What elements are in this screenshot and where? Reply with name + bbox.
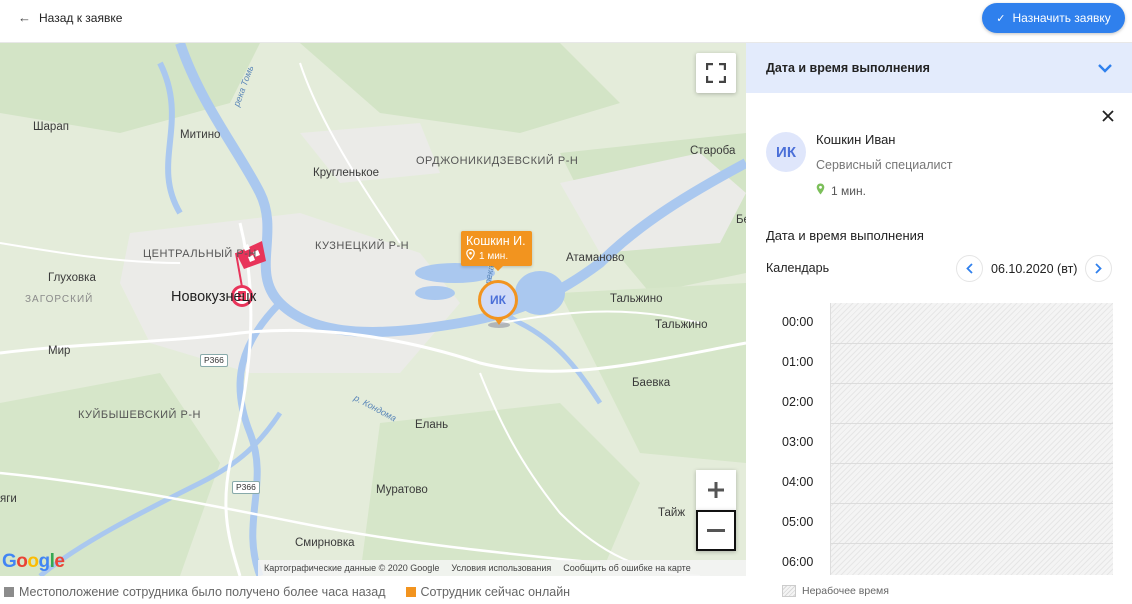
legend-online-label: Сотрудник сейчас онлайн	[420, 585, 571, 599]
hour-label: 02:00	[782, 395, 814, 409]
datetime-accordion-header[interactable]: Дата и время выполнения	[746, 43, 1132, 93]
map-label-tayzh: Тайж	[658, 507, 686, 519]
hour-row: 05:00	[766, 503, 1112, 543]
map-label-be: Бе	[736, 214, 746, 226]
minus-icon	[707, 529, 725, 532]
road-tag: Р366	[200, 354, 228, 367]
map-label-kuznetsky-district: КУЗНЕЦКИЙ Р-Н	[315, 240, 410, 252]
nonworking-legend: Нерабочее время	[782, 585, 889, 597]
assign-request-button[interactable]: ✓ Назначить заявку	[982, 3, 1125, 33]
next-day-button[interactable]	[1085, 255, 1113, 282]
date-navigator: 06.10.2020 (вт)	[956, 255, 1113, 282]
orange-square-icon	[405, 587, 416, 597]
map-label-sharap: Шарап	[33, 121, 69, 133]
hour-row: 02:00	[766, 383, 1112, 423]
map-label-kruglenkoe: Кругленькое	[313, 167, 380, 179]
close-button[interactable]	[1102, 107, 1114, 125]
hour-row: 00:00	[766, 303, 1112, 343]
panel-header-title: Дата и время выполнения	[766, 61, 930, 75]
chevron-right-icon	[1095, 263, 1103, 274]
arrow-left-icon: ←	[18, 10, 31, 25]
legend-item-stale: Местоположение сотрудника было получено …	[4, 585, 386, 599]
chevron-left-icon	[966, 263, 973, 274]
map-background	[0, 43, 746, 576]
zoom-out-button[interactable]	[696, 510, 736, 551]
map-label-yagi: яги	[0, 493, 17, 505]
plus-icon	[708, 482, 724, 498]
employee-panel: Дата и время выполнения ИК Кошкин Иван С…	[746, 43, 1132, 604]
legend-stale-label: Местоположение сотрудника было получено …	[19, 585, 386, 599]
hour-row: 01:00	[766, 343, 1112, 383]
map-label-elan: Елань	[415, 419, 449, 431]
employee-name: Кошкин Иван	[816, 132, 896, 147]
map-label-starobachaty: Староба	[690, 145, 736, 157]
hour-label: 05:00	[782, 515, 814, 529]
bubble-employee-name: Кошкин И.	[466, 234, 526, 248]
hour-label: 03:00	[782, 435, 814, 449]
fullscreen-button[interactable]	[696, 53, 736, 93]
employee-time: 1 мин.	[831, 183, 866, 198]
check-icon: ✓	[996, 12, 1006, 25]
map-label-central-district: ЦЕНТРАЛЬНЫЙ Р-Н	[143, 248, 257, 260]
avatar-initials: ИК	[776, 143, 796, 161]
employee-location-bubble[interactable]: Кошкин И. 1 мин.	[461, 231, 532, 271]
map-label-mir: Мир	[48, 345, 71, 357]
employee-pin-tail	[494, 318, 504, 325]
employee-map-pin[interactable]: ИК	[478, 280, 518, 320]
map-label-glukhovka: Глуховка	[48, 272, 96, 284]
section-title: Дата и время выполнения	[766, 228, 924, 243]
hour-row: 04:00	[766, 463, 1112, 503]
top-bar: ← Назад к заявке ✓ Назначить заявку	[0, 0, 1132, 43]
legend-item-online: Сотрудник сейчас онлайн	[405, 585, 571, 599]
close-icon	[1102, 110, 1114, 122]
employee-last-seen: 1 мин.	[816, 183, 866, 198]
map-label-baevka: Баевка	[632, 377, 671, 389]
zoom-in-button[interactable]	[696, 470, 736, 510]
hour-label: 06:00	[782, 555, 814, 569]
assign-label: Назначить заявку	[1012, 11, 1111, 25]
map-label-atamanovo: Атаманово	[566, 252, 625, 264]
map-label-novokuznetsk: Новокузнецк	[171, 289, 257, 305]
map-label-muratovo: Муратово	[376, 484, 428, 496]
employee-avatar: ИК	[766, 132, 806, 172]
hatch-pattern-icon	[782, 585, 796, 597]
hour-label: 04:00	[782, 475, 814, 489]
terms-link[interactable]: Условия использования	[451, 563, 551, 573]
fullscreen-icon	[706, 63, 726, 83]
map-label-talzhino-1: Тальжино	[610, 293, 663, 305]
map-legend: Местоположение сотрудника было получено …	[0, 580, 746, 604]
map-label-zagorsky: ЗАГОРСКИЙ	[25, 294, 94, 305]
prev-day-button[interactable]	[956, 255, 983, 282]
bubble-time: 1 мин.	[479, 250, 509, 262]
google-logo: Google	[2, 551, 65, 572]
hour-row: 03:00	[766, 423, 1112, 463]
map-label-smirnovka: Смирновка	[295, 537, 355, 549]
chevron-down-icon	[1098, 60, 1112, 76]
employee-pin-initials: ИК	[490, 293, 506, 307]
map-label-talzhino-2: Тальжино	[655, 319, 708, 331]
report-error-link[interactable]: Сообщить об ошибке на карте	[563, 563, 690, 573]
back-to-request-link[interactable]: ← Назад к заявке	[18, 10, 122, 25]
nonworking-label: Нерабочее время	[802, 585, 889, 597]
map[interactable]: Шарап Митино ОРДЖОНИКИДЗЕВСКИЙ Р-Н Старо…	[0, 43, 746, 576]
map-attribution: Картографические данные © 2020 Google Ус…	[258, 560, 746, 576]
map-label-ordzhonikidzevsky: ОРДЖОНИКИДЗЕВСКИЙ Р-Н	[416, 155, 579, 167]
map-label-mitino: Митино	[180, 129, 221, 141]
calendar-label: Календарь	[766, 261, 830, 275]
location-pin-icon	[816, 183, 825, 198]
hour-label: 01:00	[782, 355, 814, 369]
employee-role: Сервисный специалист	[816, 158, 953, 172]
hour-row: 06:00	[766, 543, 1112, 583]
gray-square-icon	[4, 587, 14, 597]
back-label: Назад к заявке	[39, 10, 123, 25]
current-date: 06.10.2020 (вт)	[991, 261, 1078, 276]
location-pin-icon	[466, 248, 475, 263]
map-data-credit: Картографические данные © 2020 Google	[264, 563, 440, 573]
hour-label: 00:00	[782, 315, 814, 329]
map-label-kuibyshevsky-district: КУЙБЫШЕВСКИЙ Р-Н	[78, 409, 201, 421]
road-tag: Р366	[232, 481, 260, 494]
